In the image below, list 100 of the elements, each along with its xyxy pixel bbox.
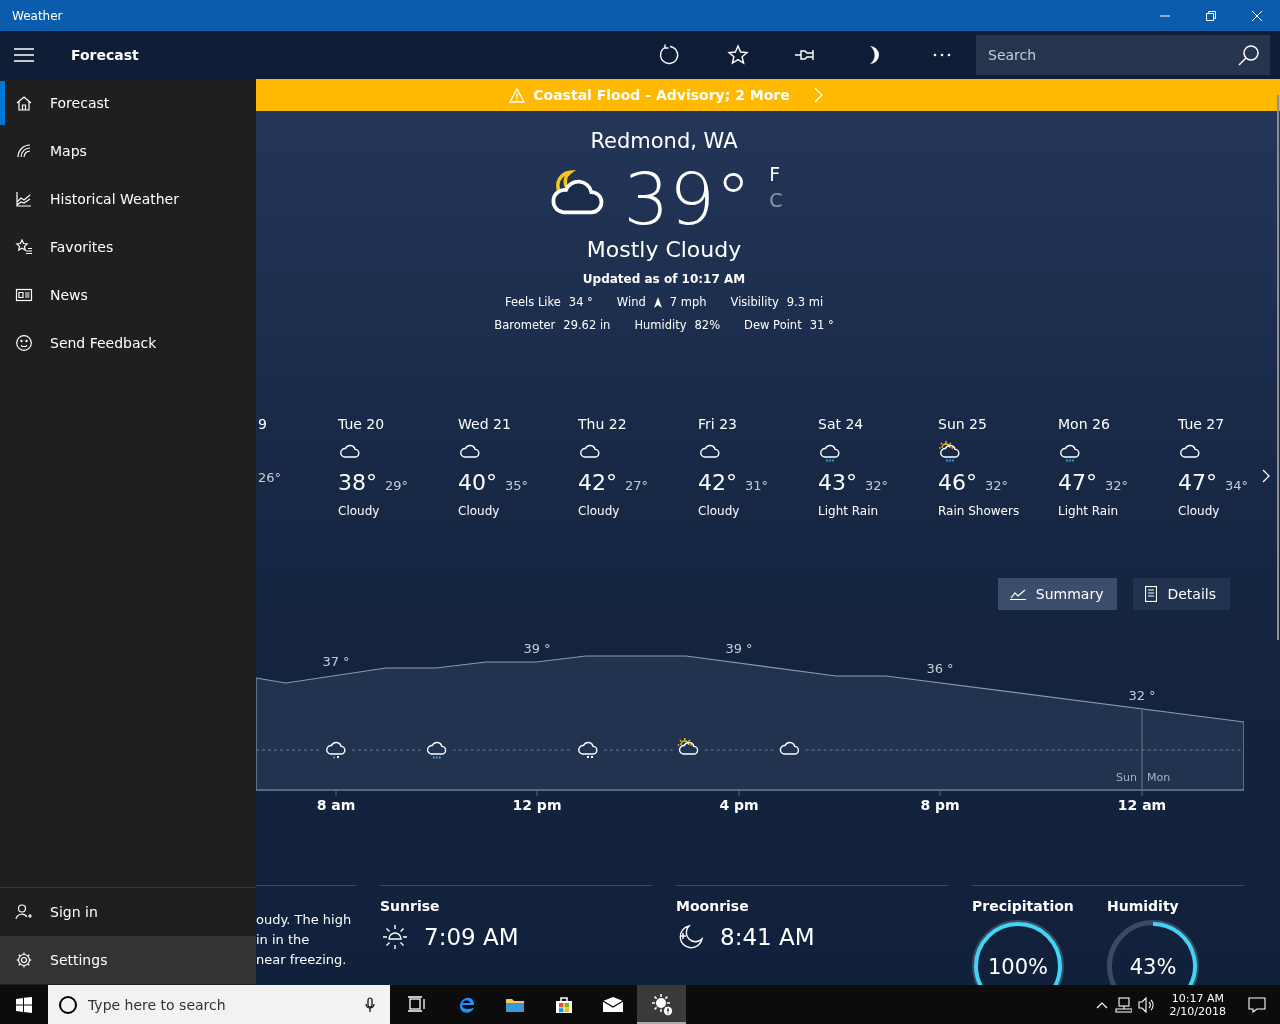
taskbar-app[interactable] — [637, 985, 686, 1024]
detail-value: 34 ° — [568, 295, 593, 309]
nav-item[interactable]: Favorites — [0, 223, 256, 271]
more-icon — [933, 53, 951, 57]
high-temperature: 40° — [458, 470, 497, 495]
gauge-value: 43% — [1128, 955, 1178, 979]
sun-icon — [380, 922, 410, 952]
notification-icon[interactable] — [1248, 996, 1266, 1013]
condition-text: Rain Showers — [938, 504, 1021, 518]
forecast-summary: oudy. The high in in the near freezing. — [256, 911, 352, 969]
card-title: Sunrise — [380, 898, 441, 914]
day-label: Mon — [1147, 771, 1171, 784]
chart-icon — [1009, 588, 1026, 600]
nav-item[interactable]: Sign in — [0, 888, 256, 936]
low-temperature: 26° — [258, 470, 282, 485]
network-icon[interactable] — [1113, 996, 1132, 1013]
time-label: 8 pm — [920, 797, 960, 813]
star-list-icon — [15, 238, 33, 256]
high-temperature: 42° — [578, 470, 617, 495]
low-temperature: 32° — [1105, 478, 1129, 493]
unit-toggle[interactable]: F — [769, 163, 783, 185]
temperature-label: 32 ° — [1128, 688, 1156, 703]
detail-label: Dew Point — [744, 318, 802, 332]
microphone-icon — [365, 996, 375, 1013]
line-chart-icon — [15, 190, 33, 208]
nav-item[interactable]: News — [0, 271, 256, 319]
high-temperature: 47° — [1178, 470, 1217, 495]
time-label: 12 pm — [512, 797, 562, 813]
day-name: Fri 23 — [698, 416, 738, 434]
weather-icon — [326, 741, 346, 760]
day-name: Thu 22 — [578, 416, 628, 434]
condition-text: Light Rain — [818, 504, 880, 518]
condition-text: Light Rain — [1058, 504, 1120, 518]
arcs-icon — [15, 142, 33, 160]
nav-item[interactable]: Maps — [0, 127, 256, 175]
day-name: Tue 20 — [338, 416, 386, 434]
menu-icon — [14, 48, 34, 62]
condition-text: Mostly Cloudy — [586, 237, 742, 262]
high-temperature: 43° — [818, 470, 857, 495]
time-label: 4 pm — [719, 797, 759, 813]
condition-text: Cloudy — [338, 504, 381, 518]
card-title: Moonrise — [676, 898, 750, 914]
microphone-button[interactable] — [350, 985, 390, 1024]
low-temperature: 29° — [385, 478, 409, 493]
condition-text: Cloudy — [1178, 504, 1221, 518]
nav-item[interactable]: Send Feedback — [0, 319, 256, 367]
nav-item[interactable]: Settings — [0, 936, 256, 984]
high-temperature: 47° — [1058, 470, 1097, 495]
day-name: 9 — [258, 416, 268, 434]
updated-time: Updated as of 10:17 AM — [582, 272, 746, 286]
low-temperature: 32° — [985, 478, 1009, 493]
clock[interactable]: 10:17 AM 2/10/2018 — [1161, 991, 1234, 1018]
current-temperature: 39° — [623, 159, 752, 239]
detail-value: 31 ° — [809, 318, 834, 332]
detail-value: 29.62 in — [563, 318, 611, 332]
location-name: Redmond, WA — [590, 129, 738, 153]
condition-text: Cloudy — [578, 504, 621, 518]
time-value: 7:09 AM — [424, 924, 519, 950]
search-field[interactable]: Search — [976, 35, 1228, 75]
chevron-right-icon — [813, 87, 823, 103]
condition-text: Cloudy — [698, 504, 741, 518]
view-tab[interactable]: Details — [1133, 578, 1230, 610]
smiley-icon — [15, 334, 33, 352]
detail-value: 7 mph — [669, 295, 707, 309]
chevron-up-icon[interactable] — [1095, 1000, 1108, 1009]
nav-item[interactable]: Forecast — [0, 79, 256, 127]
day-name: Mon 26 — [1058, 416, 1111, 434]
assistant-button[interactable] — [48, 985, 88, 1024]
refresh-icon — [659, 44, 681, 66]
nav-item[interactable]: Historical Weather — [0, 175, 256, 223]
low-temperature: 32° — [865, 478, 889, 493]
view-tab[interactable]: Summary — [997, 578, 1118, 610]
weather-icon — [938, 440, 962, 464]
warning-icon — [509, 87, 526, 103]
volume-icon[interactable] — [1137, 996, 1156, 1013]
star-icon — [727, 44, 749, 66]
home-icon — [15, 94, 33, 112]
person-icon — [15, 903, 33, 921]
low-temperature: 35° — [505, 478, 529, 493]
low-temperature: 27° — [625, 478, 649, 493]
taskbar-search-field[interactable]: Type here to search — [88, 985, 350, 1024]
weather-icon — [779, 741, 800, 755]
search-button[interactable] — [1228, 35, 1270, 75]
temperature-label: 37 ° — [322, 654, 350, 669]
scrollbar[interactable] — [1277, 95, 1279, 640]
weather-icon — [578, 741, 598, 759]
weather-icon — [677, 737, 699, 755]
time-label: 12 am — [1117, 797, 1167, 813]
gear-icon — [15, 951, 33, 969]
high-temperature: 46° — [938, 470, 977, 495]
temperature-label: 39 ° — [523, 641, 551, 656]
detail-label: Barometer — [494, 318, 556, 332]
day-name: Wed 21 — [458, 416, 512, 434]
detail-value: 9.3 mi — [786, 295, 824, 309]
day-name: Sat 24 — [818, 416, 865, 434]
circle-icon — [58, 994, 78, 1015]
condition-text: Cloudy — [458, 504, 501, 518]
chevron-right-icon[interactable] — [1262, 469, 1270, 483]
unit-toggle[interactable]: C — [769, 189, 783, 211]
gauge-value: 100% — [986, 955, 1049, 979]
